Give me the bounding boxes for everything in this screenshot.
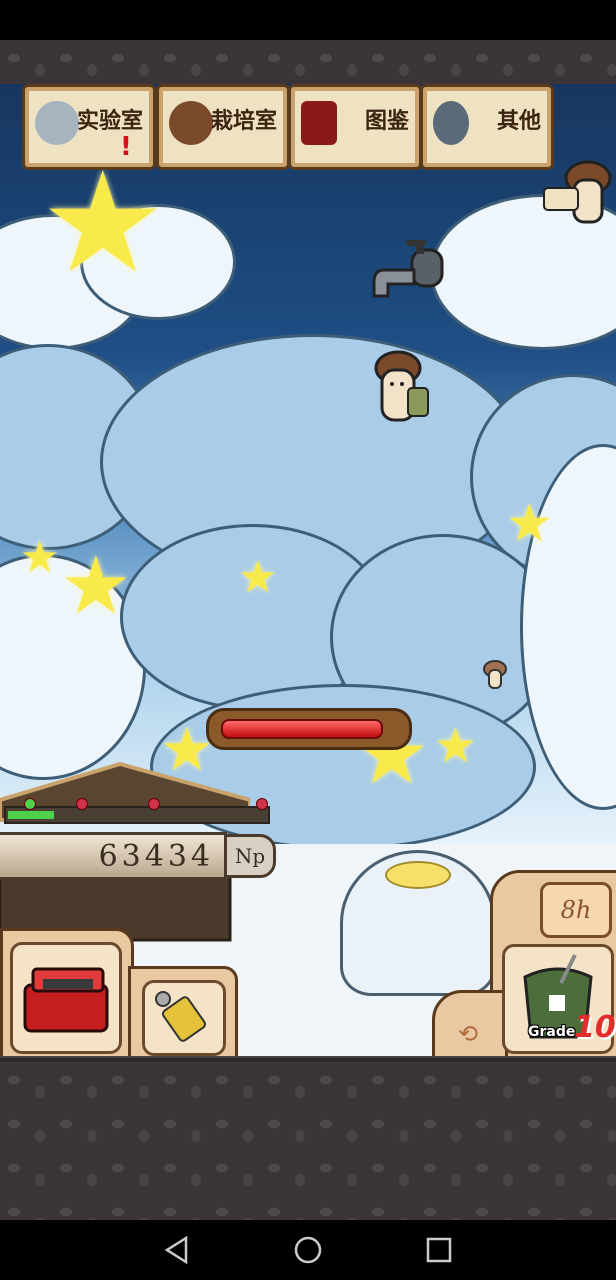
recents-icon[interactable] [424,1235,454,1265]
home-icon[interactable] [293,1235,323,1265]
np-value: 63434 [98,839,214,874]
status-bar [0,0,616,40]
small-mushroom[interactable] [482,660,508,690]
mushroom-with-scroll[interactable] [540,160,616,226]
toolbox-icon [23,967,109,1033]
back-icon[interactable] [162,1235,192,1265]
spray-icon [155,991,207,1042]
cultivation-label: 栽培室 [210,108,277,134]
progress-pin [256,798,268,810]
cultivation-button[interactable]: 栽培室 [156,84,290,170]
star-icon: ★ [60,539,132,632]
hp-bar-fill [221,719,384,739]
grade-label: Grade [528,1024,576,1040]
faucet-icon[interactable] [372,240,446,314]
encyclopedia-button[interactable]: 图鉴 [288,84,422,170]
lab-button[interactable]: 实验室 [22,84,156,170]
snow-mound [340,850,496,996]
spray-button[interactable] [142,980,226,1056]
np-counter: 63434 [0,832,227,880]
star-icon: ★ [20,532,60,583]
glowing-hole [385,861,451,889]
grade-value: 10 [574,1010,616,1045]
growth-progress-bar [4,806,270,824]
lab-mushroom-icon [35,101,79,145]
toolbox-button[interactable] [10,942,122,1054]
growth-progress-fill [8,811,55,819]
star-icon: ★ [238,552,278,603]
lab-label: 实验室 [76,108,143,134]
book-icon [301,101,337,145]
top-pattern-strip [0,40,616,84]
star-icon: ★ [506,494,553,554]
mushroom-character[interactable] [368,350,432,426]
np-unit: Np [224,834,276,878]
lab-alert-badge: ! [120,132,132,162]
big-star-icon: ★ [40,142,166,305]
other-label: 其他 [496,108,541,134]
progress-pin [148,798,160,810]
magnifier-icon [433,101,469,145]
progress-pin [76,798,88,810]
star-icon: ★ [434,718,478,774]
swap-icon[interactable]: ⟲ [446,1016,490,1052]
cultivation-log-icon [169,101,213,145]
hp-bar [206,708,412,750]
encyclopedia-label: 图鉴 [364,108,409,134]
other-button[interactable]: 其他 [420,84,554,170]
bottom-pattern-strip [0,1062,616,1220]
progress-pin [24,798,36,810]
timer-badge[interactable]: 8h [540,882,612,938]
